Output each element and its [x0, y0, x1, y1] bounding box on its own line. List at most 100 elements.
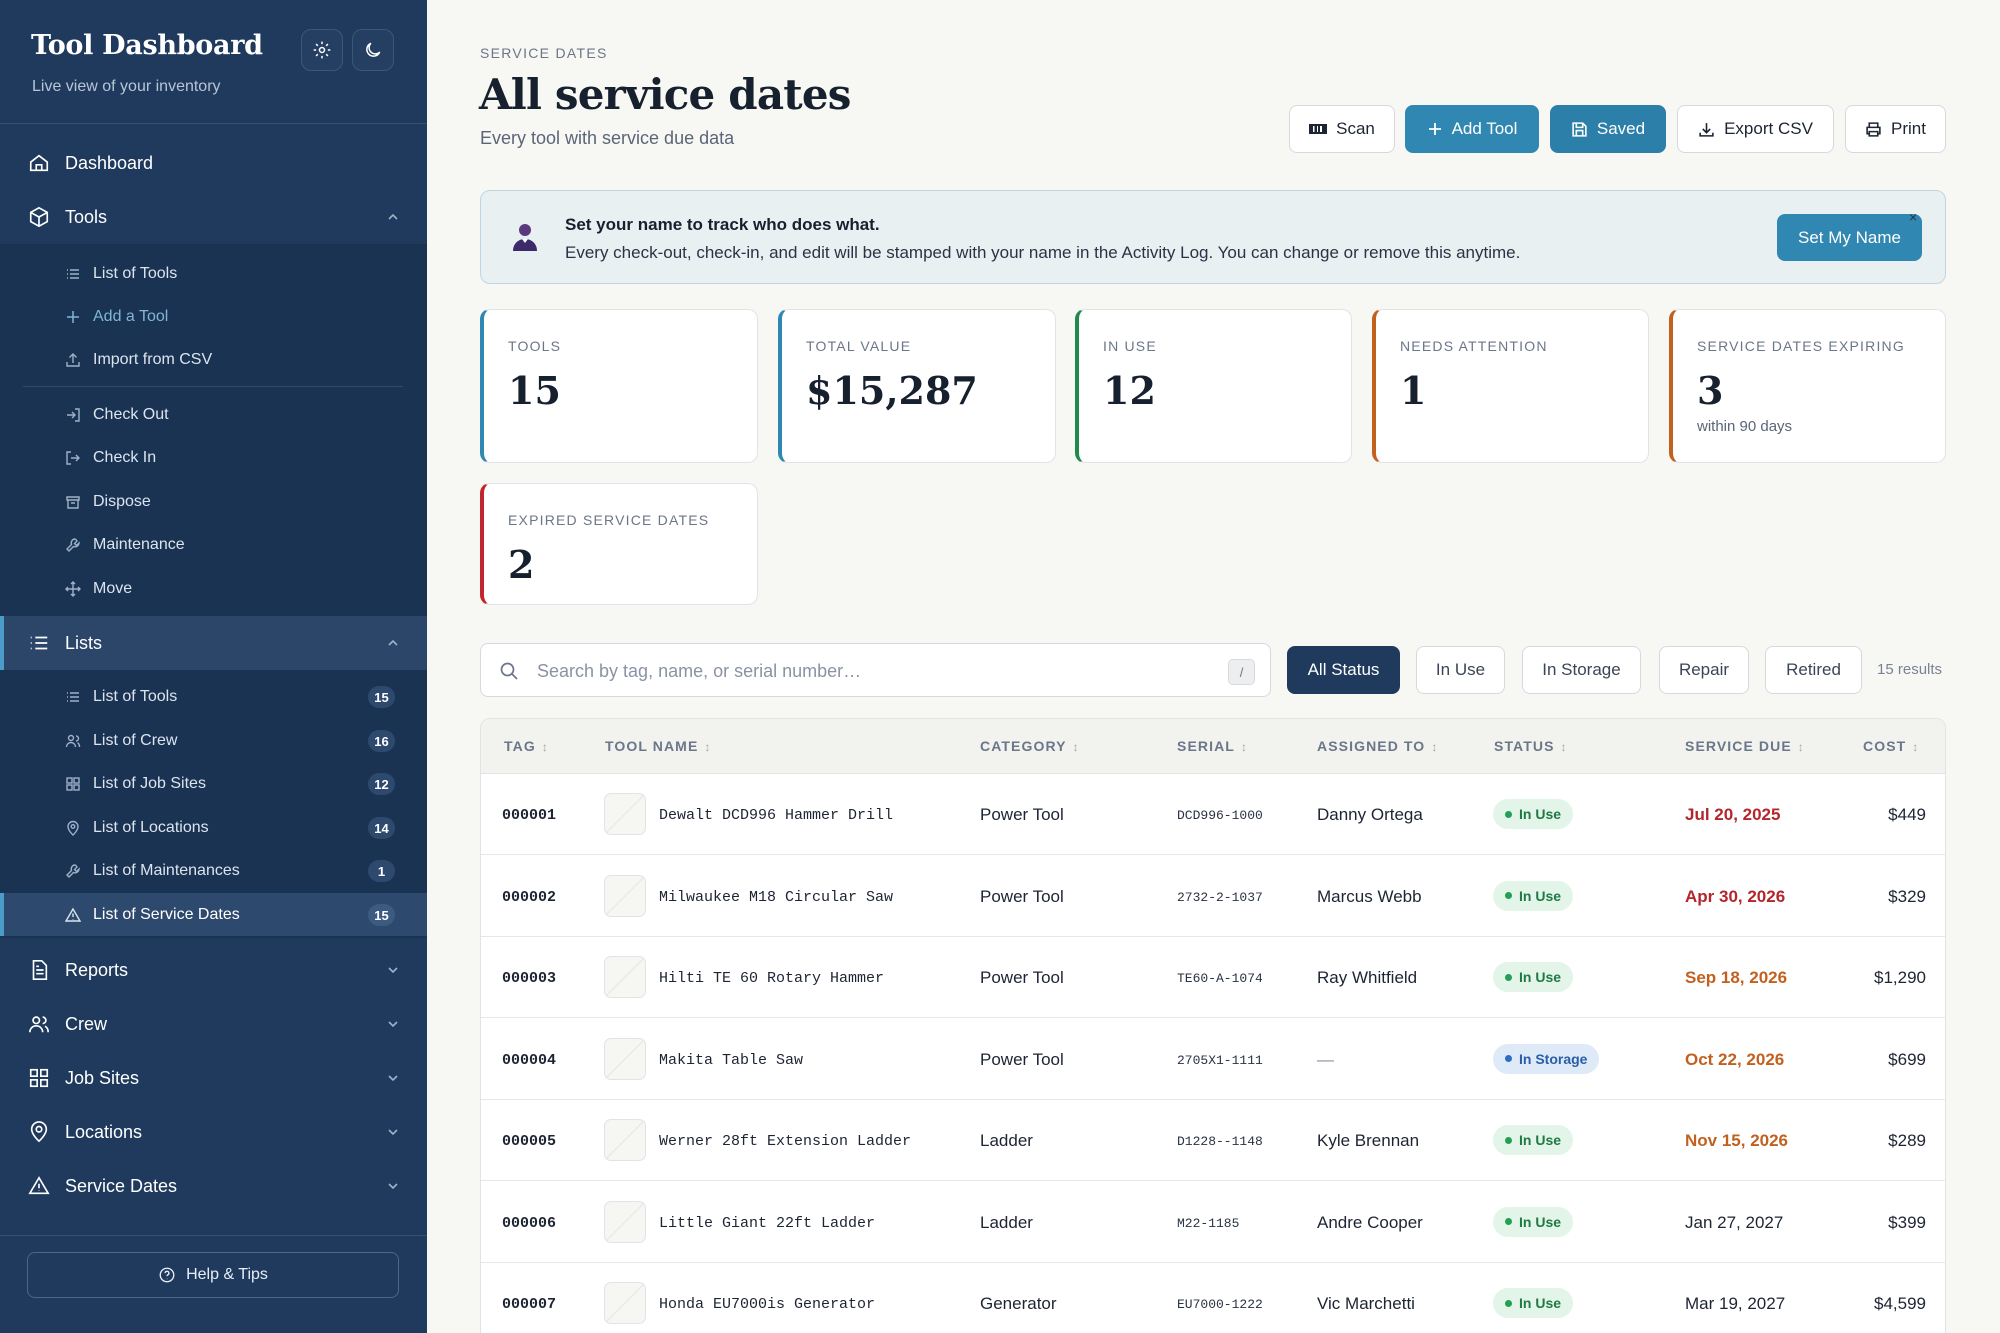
nav-label: Reports — [65, 959, 129, 980]
cell-tag[interactable]: 000005 — [502, 1133, 556, 1150]
submenu-maintenance[interactable]: Maintenance — [0, 523, 427, 566]
nav-tools[interactable]: Tools — [0, 190, 427, 244]
cell-tag[interactable]: 000004 — [502, 1052, 556, 1069]
cell-tool-name[interactable]: Dewalt DCD996 Hammer Drill — [659, 807, 893, 824]
table-row[interactable]: 000003 Hilti TE 60 Rotary Hammer Power Too… — [481, 937, 1945, 1018]
submenu-label: List of Crew — [93, 732, 178, 749]
export-label: Export CSV — [1724, 119, 1813, 138]
login-icon — [64, 406, 82, 424]
filter-all-status[interactable]: All Status — [1287, 646, 1400, 694]
add-tool-label: Add Tool — [1451, 119, 1518, 138]
stat-card-service-expiring: SERVICE DATES EXPIRING 3 within 90 days — [1669, 309, 1946, 463]
cell-tag[interactable]: 000007 — [502, 1296, 556, 1313]
cell-assigned-to: Danny Ortega — [1317, 805, 1423, 824]
save-icon — [1572, 121, 1587, 137]
cell-tag[interactable]: 000006 — [502, 1215, 556, 1232]
submenu-dispose[interactable]: Dispose — [0, 480, 427, 523]
count-badge: 1 — [368, 860, 395, 882]
submenu-list-of-tools[interactable]: List of Tools — [0, 252, 427, 295]
saved-button[interactable]: Saved — [1550, 105, 1666, 153]
list-item-job-sites[interactable]: List of Job Sites 12 — [0, 762, 427, 805]
cell-tag[interactable]: 000003 — [502, 970, 556, 987]
list-item-crew[interactable]: List of Crew 16 — [0, 719, 427, 762]
tool-thumbnail — [604, 1200, 646, 1243]
cell-tool-name[interactable]: Werner 28ft Extension Ladder — [659, 1133, 911, 1150]
filter-in-use[interactable]: In Use — [1416, 646, 1505, 694]
column-header-tag[interactable]: TAG ↕ — [504, 738, 548, 754]
filter-repair[interactable]: Repair — [1659, 646, 1749, 694]
submenu-check-out[interactable]: Check Out — [0, 393, 427, 436]
cell-tool-name[interactable]: Makita Table Saw — [659, 1052, 803, 1069]
print-label: Print — [1891, 119, 1926, 138]
column-header-serial[interactable]: SERIAL ↕ — [1177, 738, 1247, 754]
column-header-tool-name[interactable]: TOOL NAME ↕ — [605, 738, 710, 754]
add-tool-button[interactable]: Add Tool — [1405, 105, 1539, 153]
lists-submenu: List of Tools 15 List of Crew 16 List of… — [0, 670, 427, 938]
export-csv-button[interactable]: Export CSV — [1677, 105, 1834, 153]
cell-tool-name[interactable]: Hilti TE 60 Rotary Hammer — [659, 970, 884, 987]
nav-label: Job Sites — [65, 1067, 140, 1088]
table-row[interactable]: 000002 Milwaukee M18 Circular Saw Power To… — [481, 856, 1945, 937]
cell-tag[interactable]: 000002 — [502, 889, 556, 906]
cell-tool-name[interactable]: Honda EU7000is Generator — [659, 1296, 875, 1313]
nav-service-dates[interactable]: Service Dates — [0, 1159, 427, 1213]
status-badge: In Use — [1493, 1288, 1574, 1318]
search-input[interactable]: Search by tag, name, or serial number… / — [480, 643, 1271, 697]
scan-button[interactable]: Scan — [1289, 105, 1395, 153]
cell-tool-name[interactable]: Milwaukee M18 Circular Saw — [659, 889, 893, 906]
list-item-service-dates[interactable]: List of Service Dates 15 — [0, 893, 427, 936]
table-row[interactable]: 000001 Dewalt DCD996 Hammer Drill Power To… — [481, 774, 1945, 855]
nav-dashboard[interactable]: Dashboard — [0, 136, 427, 190]
print-button[interactable]: Print — [1845, 105, 1946, 153]
close-icon[interactable]: × — [1909, 209, 1917, 225]
table-row[interactable]: 000004 Makita Table Saw Power Tool 2705X1-1… — [481, 1019, 1945, 1100]
column-header-assigned-to[interactable]: ASSIGNED TO ↕ — [1317, 738, 1437, 754]
tools-submenu: List of Tools Add a Tool Import from CSV… — [0, 244, 427, 616]
submenu-label: List of Locations — [93, 819, 209, 836]
theme-toggle-button[interactable] — [352, 29, 394, 71]
submenu-add-a-tool[interactable]: Add a Tool — [0, 295, 427, 338]
list-item-tools[interactable]: List of Tools 15 — [0, 675, 427, 718]
count-badge: 12 — [368, 773, 395, 795]
nav-label: Service Dates — [65, 1175, 178, 1196]
submenu-import-csv[interactable]: Import from CSV — [0, 338, 427, 381]
column-header-cost[interactable]: COST ↕ — [1863, 738, 1918, 754]
column-header-category[interactable]: CATEGORY ↕ — [980, 738, 1079, 754]
nav-job-sites[interactable]: Job Sites — [0, 1051, 427, 1105]
nav-label: Crew — [65, 1013, 108, 1034]
filter-retired[interactable]: Retired — [1765, 646, 1862, 694]
list-item-maintenances[interactable]: List of Maintenances 1 — [0, 849, 427, 892]
nav-reports[interactable]: Reports — [0, 943, 427, 997]
settings-button[interactable] — [301, 29, 343, 71]
chevron-up-icon — [388, 639, 398, 646]
nav-crew[interactable]: Crew — [0, 997, 427, 1051]
submenu-move[interactable]: Move — [0, 567, 427, 610]
cell-tool-name[interactable]: Little Giant 22ft Ladder — [659, 1215, 875, 1232]
tool-thumbnail — [604, 1119, 646, 1161]
table-row[interactable]: 000005 Werner 28ft Extension Ladder Ladder… — [481, 1100, 1945, 1181]
list-item-locations[interactable]: List of Locations 14 — [0, 806, 427, 849]
cell-serial: 2732-2-1037 — [1177, 889, 1263, 905]
warning-icon — [64, 906, 82, 924]
tool-thumbnail — [604, 956, 646, 998]
cell-service-due: Apr 30, 2026 — [1685, 886, 1786, 906]
cell-service-due: Nov 15, 2026 — [1685, 1131, 1789, 1150]
archive-icon — [64, 493, 82, 511]
help-tips-button[interactable]: Help & Tips — [27, 1252, 399, 1298]
chevron-down-icon — [388, 1075, 398, 1082]
cell-serial: EU7000-1222 — [1177, 1297, 1263, 1312]
nav-label: Dashboard — [65, 152, 154, 173]
stat-card-needs-attention: NEEDS ATTENTION 1 — [1372, 309, 1649, 463]
nav-lists[interactable]: Lists — [0, 616, 427, 670]
filter-in-storage[interactable]: In Storage — [1522, 646, 1641, 694]
submenu-check-in[interactable]: Check In — [0, 436, 427, 479]
column-header-status[interactable]: STATUS ↕ — [1494, 738, 1567, 754]
cell-tag[interactable]: 000001 — [502, 807, 556, 824]
table-row[interactable]: 000006 Little Giant 22ft Ladder Ladder M22-… — [481, 1182, 1945, 1263]
nav-locations[interactable]: Locations — [0, 1105, 427, 1159]
table-row[interactable]: 000007 Honda EU7000is Generator Generator E… — [481, 1263, 1945, 1333]
cell-cost: $699 — [1888, 1049, 1926, 1069]
column-header-service-due[interactable]: SERVICE DUE ↕ — [1685, 738, 1804, 754]
cell-service-due: Jul 20, 2025 — [1685, 805, 1781, 824]
set-my-name-button[interactable]: Set My Name — [1777, 214, 1922, 261]
